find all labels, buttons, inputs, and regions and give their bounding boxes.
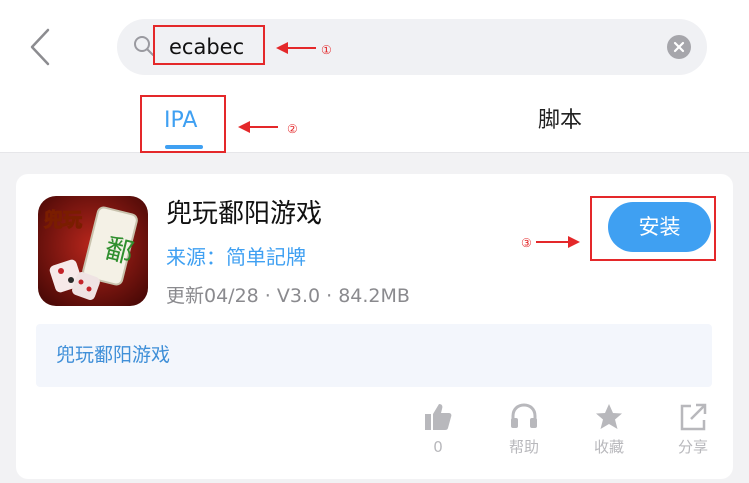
share-icon — [680, 403, 707, 431]
share-button[interactable]: 分享 — [663, 402, 723, 456]
search-icon — [134, 36, 154, 56]
top-bar: ecabec IPA 脚本 — [0, 0, 749, 153]
tab-script[interactable]: 脚本 — [538, 104, 582, 138]
help-button[interactable]: 帮助 — [494, 402, 554, 456]
favorite-label: 收藏 — [593, 438, 624, 456]
app-name[interactable]: 兜玩鄱阳游戏 — [166, 196, 322, 232]
annotation-box-search — [153, 25, 265, 65]
annotation-number-3: ③ — [521, 236, 532, 250]
share-label: 分享 — [677, 438, 708, 456]
help-label: 帮助 — [508, 438, 539, 456]
app-icon-title: 兜玩 — [44, 208, 82, 231]
app-source[interactable]: 来源：简单記牌 — [166, 242, 306, 272]
back-arrow-icon[interactable] — [24, 27, 58, 67]
annotation-number-1: ① — [321, 43, 332, 57]
annotation-arrow-1 — [276, 42, 316, 54]
app-meta: 更新04/28 · V3.0 · 84.2MB — [166, 285, 410, 307]
annotation-box-install — [590, 196, 716, 261]
annotation-arrow-2 — [238, 121, 278, 133]
clear-icon[interactable] — [667, 35, 691, 59]
headset-icon — [511, 403, 537, 428]
thumbs-up-icon — [425, 404, 452, 430]
star-icon — [596, 404, 622, 429]
annotation-number-2: ② — [287, 122, 298, 136]
app-description: 兜玩鄱阳游戏 — [36, 324, 712, 387]
app-icon[interactable]: 鄱 兜玩 — [38, 196, 148, 306]
annotation-box-tab — [140, 95, 226, 153]
annotation-arrow-3 — [536, 236, 580, 248]
like-count: 0 — [433, 438, 443, 456]
app-description-text: 兜玩鄱阳游戏 — [56, 344, 171, 366]
favorite-button[interactable]: 收藏 — [579, 402, 639, 456]
like-button[interactable]: 0 — [408, 402, 468, 456]
